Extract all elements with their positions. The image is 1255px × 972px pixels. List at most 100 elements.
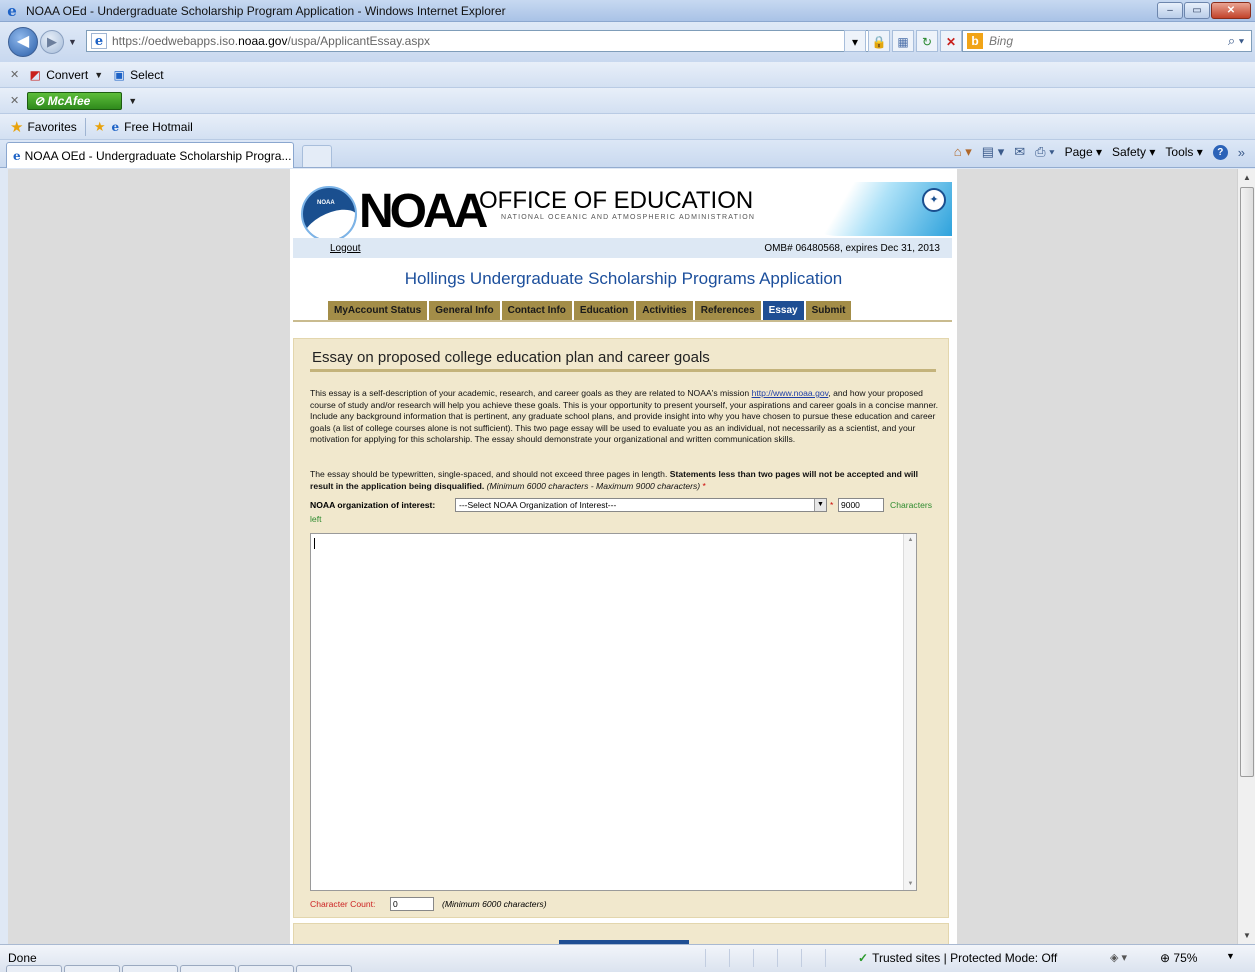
character-count-field[interactable]: 0 bbox=[390, 897, 434, 911]
mcafee-toolbar: ✕ ⊘ McAfee ▼ bbox=[0, 88, 1255, 114]
tab-myaccount-status[interactable]: MyAccount Status bbox=[328, 301, 428, 320]
zoom-level[interactable]: ⊕ 75% bbox=[1160, 951, 1197, 965]
mcafee-button[interactable]: ⊘ McAfee bbox=[27, 91, 123, 110]
add-favorites-icon[interactable]: ★ bbox=[94, 119, 106, 135]
organization-selected-value: ---Select NOAA Organization of Interest-… bbox=[459, 500, 617, 510]
essay-format-rules: The essay should be typewritten, single-… bbox=[310, 469, 940, 492]
security-zone-label: Trusted sites | Protected Mode: Off bbox=[872, 951, 1058, 965]
convert-button[interactable]: Convert bbox=[46, 68, 88, 82]
search-placeholder: Bing bbox=[989, 34, 1014, 48]
url-host: noaa.gov bbox=[238, 34, 288, 48]
tab-submit[interactable]: Submit bbox=[805, 301, 852, 320]
format-text: The essay should be typewritten, single-… bbox=[310, 469, 670, 479]
free-hotmail-link[interactable]: Free Hotmail bbox=[124, 120, 193, 134]
minimize-button[interactable]: – bbox=[1157, 2, 1183, 19]
omb-number: OMB# 06480568, expires Dec 31, 2013 bbox=[764, 242, 940, 254]
taskbar-button[interactable] bbox=[122, 965, 178, 972]
lock-icon[interactable]: 🔒 bbox=[868, 30, 890, 52]
stop-icon[interactable]: ✕ bbox=[940, 30, 962, 52]
help-icon[interactable]: ? bbox=[1212, 144, 1228, 160]
tab-references[interactable]: References bbox=[694, 301, 761, 320]
select-button[interactable]: Select bbox=[130, 68, 163, 82]
address-dropdown-icon[interactable]: ▾ bbox=[844, 30, 866, 52]
maximize-button[interactable]: ▭ bbox=[1184, 2, 1210, 19]
tools-menu[interactable]: Tools ▾ bbox=[1165, 145, 1202, 159]
page-scrollbar[interactable]: ▲ ▼ bbox=[1237, 169, 1255, 944]
doc-seal-icon: ✦ bbox=[922, 188, 946, 212]
search-box[interactable]: b Bing ⌕ ▾ bbox=[962, 30, 1252, 52]
tab-general-info[interactable]: General Info bbox=[429, 301, 500, 320]
taskbar-strip bbox=[0, 965, 430, 972]
new-tab-button[interactable] bbox=[302, 145, 332, 167]
convert-icon: ◩ bbox=[29, 67, 41, 82]
zoom-label: 75% bbox=[1173, 951, 1198, 965]
convert-dropdown-icon[interactable]: ▼ bbox=[94, 70, 103, 80]
application-nav: MyAccount Status General Info Contact In… bbox=[328, 301, 852, 320]
essay-panel: Essay on proposed college education plan… bbox=[293, 338, 949, 918]
organization-select[interactable]: ---Select NOAA Organization of Interest-… bbox=[455, 498, 827, 512]
status-panes bbox=[705, 949, 849, 967]
taskbar-button[interactable] bbox=[180, 965, 236, 972]
characters-left-label: left bbox=[310, 514, 322, 524]
mail-icon[interactable]: ✉ bbox=[1014, 144, 1025, 160]
favorites-button[interactable]: Favorites bbox=[27, 120, 76, 134]
ie-page-icon: e bbox=[111, 119, 120, 134]
scroll-down-icon[interactable]: ▼ bbox=[1238, 927, 1255, 944]
tab-essay[interactable]: Essay bbox=[762, 301, 804, 320]
essay-section-title: Essay on proposed college education plan… bbox=[312, 349, 710, 366]
noaa-logo: NOAA bbox=[301, 186, 357, 242]
safety-menu[interactable]: Safety ▾ bbox=[1112, 145, 1155, 159]
tab-education[interactable]: Education bbox=[573, 301, 635, 320]
essay-scrollbar[interactable]: ▲ ▼ bbox=[903, 534, 916, 890]
tab-contact-info[interactable]: Contact Info bbox=[501, 301, 572, 320]
close-button[interactable]: ✕ bbox=[1211, 2, 1251, 19]
back-button[interactable]: ◀ bbox=[8, 27, 38, 57]
recent-pages-dropdown[interactable]: ▼ bbox=[68, 37, 77, 47]
tab-active[interactable]: e NOAA OEd - Undergraduate Scholarship P… bbox=[6, 142, 294, 168]
taskbar-button[interactable] bbox=[296, 965, 352, 972]
text-caret bbox=[314, 538, 315, 549]
page-icon: e bbox=[91, 33, 107, 49]
tab-row: e NOAA OEd - Undergraduate Scholarship P… bbox=[0, 140, 1255, 168]
search-icon[interactable]: ⌕ ▾ bbox=[1221, 33, 1251, 49]
taskbar-button[interactable] bbox=[64, 965, 120, 972]
home-icon[interactable]: ⌂ ▾ bbox=[954, 144, 972, 160]
compatibility-view-icon[interactable]: ▦ bbox=[892, 30, 914, 52]
forward-button[interactable]: ▶ bbox=[40, 30, 64, 54]
taskbar-button[interactable] bbox=[238, 965, 294, 972]
scroll-down-icon[interactable]: ▼ bbox=[904, 878, 917, 890]
close-toolbar-icon[interactable]: ✕ bbox=[10, 68, 19, 81]
section-divider bbox=[310, 369, 936, 372]
page-menu[interactable]: Page ▾ bbox=[1065, 145, 1102, 159]
url-path: /uspa/ApplicantEssay.aspx bbox=[287, 34, 431, 48]
chevron-down-icon[interactable]: ▼ bbox=[814, 499, 826, 511]
characters-left-field[interactable]: 9000 bbox=[838, 498, 884, 512]
scroll-up-icon[interactable]: ▲ bbox=[904, 534, 917, 546]
noaa-website-link[interactable]: http://www.noaa.gov bbox=[752, 388, 829, 398]
scroll-up-icon[interactable]: ▲ bbox=[1238, 169, 1255, 186]
security-zone[interactable]: ✓ Trusted sites | Protected Mode: Off bbox=[858, 951, 1057, 965]
chevron-right-icon[interactable]: » bbox=[1238, 145, 1245, 160]
organization-row: NOAA organization of interest: ---Select… bbox=[310, 498, 950, 512]
refresh-icon[interactable]: ↻ bbox=[916, 30, 938, 52]
select-icon: ▣ bbox=[113, 67, 125, 82]
zoom-dropdown-icon[interactable]: ▼ bbox=[1226, 951, 1235, 961]
web-page: NOAA NOAA OFFICE OF EDUCATION NATIONAL O… bbox=[290, 169, 957, 944]
separator bbox=[84, 117, 86, 136]
close-toolbar-icon[interactable]: ✕ bbox=[10, 94, 19, 107]
logout-link[interactable]: Logout bbox=[330, 243, 361, 254]
taskbar-button[interactable] bbox=[6, 965, 62, 972]
url-prefix: https://oedwebapps.iso. bbox=[112, 34, 239, 48]
account-bar: Logout OMB# 06480568, expires Dec 31, 20… bbox=[293, 238, 952, 258]
feeds-icon[interactable]: ▤ ▾ bbox=[982, 144, 1004, 160]
address-toolbar: ◀ ▶ ▼ e https://oedwebapps.iso. noaa.gov /… bbox=[0, 22, 1255, 62]
print-icon[interactable]: ⎙ ▾ bbox=[1035, 144, 1054, 160]
address-input[interactable]: e https://oedwebapps.iso. noaa.gov/uspa/A… bbox=[86, 30, 870, 52]
header-swoosh: ✦ bbox=[784, 182, 952, 236]
scrollbar-thumb[interactable] bbox=[1240, 187, 1254, 777]
tab-activities[interactable]: Activities bbox=[636, 301, 693, 320]
essay-textarea[interactable]: ▲ ▼ bbox=[310, 533, 917, 891]
zone-settings-icon[interactable]: ◈ ▾ bbox=[1110, 951, 1127, 964]
tab-label: NOAA OEd - Undergraduate Scholarship Pro… bbox=[24, 148, 292, 163]
mcafee-dropdown-icon[interactable]: ▼ bbox=[128, 96, 137, 106]
